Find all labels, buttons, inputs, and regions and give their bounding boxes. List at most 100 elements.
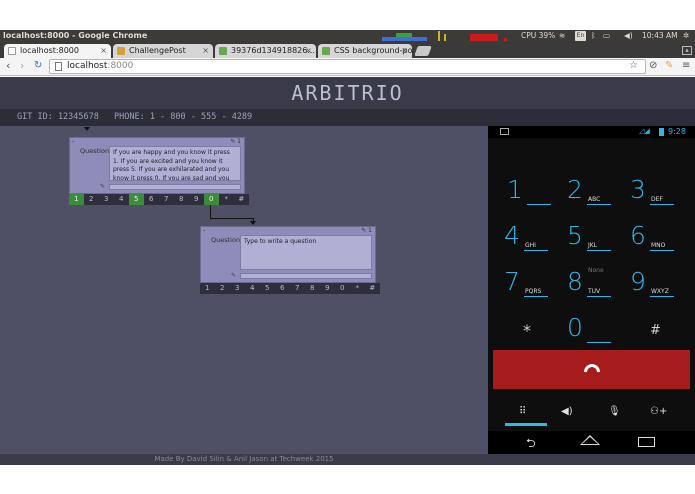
address-bar[interactable]: localhost:8000: [49, 59, 646, 74]
battery-icon[interactable]: ▭: [603, 31, 610, 40]
tab-label: CSS background-po: [334, 46, 412, 55]
keypad-key[interactable]: 9: [189, 194, 204, 205]
keypad-key[interactable]: 5: [260, 283, 275, 294]
address-host: localhost: [67, 61, 108, 71]
keypad-key[interactable]: 4: [245, 283, 260, 294]
reload-icon[interactable]: ↻: [34, 60, 42, 71]
bookmark-star-icon[interactable]: ☆: [629, 60, 638, 71]
dial-letters: MNO: [651, 242, 666, 249]
settings-gear-icon[interactable]: ✲: [683, 31, 689, 40]
dial-key-8[interactable]: 8 None TUV: [567, 267, 627, 307]
window-restore-icon[interactable]: ▴: [682, 46, 692, 55]
dialpad-icon[interactable]: ⠿: [519, 406, 526, 417]
keypad-key[interactable]: 4: [114, 194, 129, 205]
tab-css-background[interactable]: CSS background-po ×: [318, 44, 412, 58]
keypad-key[interactable]: 3: [230, 283, 245, 294]
tab-localhost[interactable]: localhost:8000 ×: [4, 44, 111, 58]
tab-close-icon[interactable]: ×: [100, 44, 107, 57]
keypad-key[interactable]: 0: [335, 283, 350, 294]
tab-hash[interactable]: 39376d134918826... ×: [215, 44, 316, 58]
dial-letters: TUV: [588, 288, 601, 295]
phone-back-icon[interactable]: ⮌: [526, 434, 536, 455]
dial-key-9[interactable]: 9 WXYZ: [630, 267, 690, 307]
question-input-bar[interactable]: [109, 184, 241, 190]
volume-icon[interactable]: ◀): [624, 31, 633, 40]
hangup-button[interactable]: [493, 350, 690, 389]
dial-key-5[interactable]: 5 JKL: [567, 221, 627, 261]
keypad-key[interactable]: 0: [204, 194, 219, 205]
speaker-icon[interactable]: ◀): [561, 406, 573, 417]
mute-icon[interactable]: 🎙︎: [608, 406, 621, 417]
menu-icon[interactable]: ≡: [682, 60, 690, 71]
wifi-icon[interactable]: ≋: [559, 31, 565, 40]
resize-icon[interactable]: ✎: [231, 272, 236, 279]
dial-digit: 8: [567, 267, 583, 296]
dial-key-4[interactable]: 4 GHI: [504, 221, 564, 261]
new-tab-button[interactable]: [414, 46, 432, 56]
keypad-key[interactable]: 1: [200, 283, 215, 294]
dial-key-0[interactable]: 0: [567, 313, 627, 353]
question-input-bar[interactable]: [240, 273, 372, 279]
git-id: GIT ID: 12345678: [17, 112, 99, 122]
cpu-graph-icon: [470, 34, 507, 41]
forward-icon[interactable]: ›: [20, 59, 24, 72]
tab-close-icon[interactable]: ×: [401, 44, 408, 57]
keypad-key[interactable]: 6: [275, 283, 290, 294]
app-title: ARBITRIO: [291, 81, 404, 105]
question-node[interactable]: - ✎ 1 Question: Type to write a question…: [200, 226, 376, 283]
flow-canvas[interactable]: - ✎ 1 Question: If you are happy and you…: [0, 126, 488, 454]
cpu-usage: CPU 39%: [521, 31, 556, 40]
tab-challengepost[interactable]: ChallengePost ×: [113, 44, 213, 58]
drag-handle-icon[interactable]: -: [72, 138, 75, 146]
dial-digit: 1: [507, 175, 523, 204]
keypad-key[interactable]: 1: [69, 194, 84, 205]
keypad-key[interactable]: 3: [99, 194, 114, 205]
edit-icon[interactable]: ✎ 1: [230, 138, 241, 145]
back-icon[interactable]: ‹: [6, 59, 10, 72]
phone-recents-icon[interactable]: [638, 437, 655, 447]
dial-letters: GHI: [525, 242, 536, 249]
keypad-key[interactable]: 2: [215, 283, 230, 294]
question-text[interactable]: Type to write a question: [240, 235, 372, 270]
add-call-icon[interactable]: ⚇+: [650, 406, 667, 417]
screen: localhost:8000 - Google Chrome CPU 39% ≋…: [0, 0, 695, 494]
dial-key-1[interactable]: 1: [507, 175, 567, 215]
bluetooth-icon[interactable]: ᛒ: [591, 31, 596, 40]
question-node[interactable]: - ✎ 1 Question: If you are happy and you…: [69, 137, 245, 194]
keypad-key[interactable]: *: [219, 194, 234, 205]
keypad-key[interactable]: 6: [144, 194, 159, 205]
phone-time: 9:28: [668, 127, 686, 136]
tab-label: 39376d134918826...: [231, 46, 315, 55]
extension-pen-icon[interactable]: ✎: [665, 60, 673, 71]
dial-key-3[interactable]: 3 DEF: [630, 175, 690, 215]
site-favicon-icon: [219, 47, 227, 55]
dial-key-7[interactable]: 7 PQRS: [504, 267, 564, 307]
dial-key-6[interactable]: 6 MNO: [630, 221, 690, 261]
keyboard-layout[interactable]: En: [575, 31, 586, 41]
dial-symbol: *: [523, 321, 531, 340]
dial-key-hash[interactable]: #: [650, 313, 695, 353]
keypad-key[interactable]: #: [365, 283, 380, 294]
window-title: localhost:8000 - Google Chrome: [3, 31, 148, 40]
keypad-key[interactable]: 7: [290, 283, 305, 294]
keypad-key[interactable]: 7: [159, 194, 174, 205]
question-text[interactable]: If you are happy and you know it press 1…: [109, 146, 241, 181]
connector-line: [210, 205, 254, 219]
tab-close-icon[interactable]: ×: [202, 44, 209, 57]
extension-icon[interactable]: ⊘: [649, 60, 657, 71]
clock[interactable]: 10:43 AM: [642, 31, 678, 40]
resize-icon[interactable]: ✎: [100, 183, 105, 190]
keypad-key[interactable]: 5: [129, 194, 144, 205]
keypad-key[interactable]: #: [234, 194, 249, 205]
keypad-key[interactable]: 8: [305, 283, 320, 294]
hangup-icon: [584, 364, 600, 372]
edit-icon[interactable]: ✎ 1: [361, 227, 372, 234]
keypad-key[interactable]: 9: [320, 283, 335, 294]
tab-close-icon[interactable]: ×: [305, 44, 312, 57]
keypad-key[interactable]: *: [350, 283, 365, 294]
drag-handle-icon[interactable]: -: [203, 227, 206, 235]
keypad-row: 1 2 3 4 5 6 7 8 9 0 * #: [69, 194, 249, 205]
keypad-key[interactable]: 2: [84, 194, 99, 205]
keypad-key[interactable]: 8: [174, 194, 189, 205]
dial-key-2[interactable]: 2 ABC: [567, 175, 627, 215]
